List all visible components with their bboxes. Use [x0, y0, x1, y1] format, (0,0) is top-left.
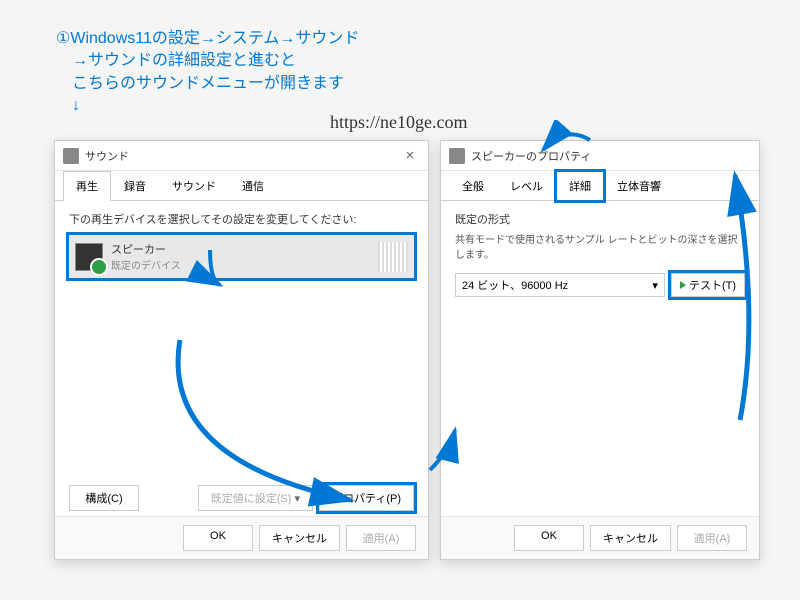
- tab-general[interactable]: 全般: [449, 171, 497, 201]
- speaker-props-icon: [449, 148, 465, 164]
- props-content: 既定の形式 共有モードで使用されるサンプル レートとビットの深さを選択します。 …: [441, 201, 759, 307]
- sound-title: サウンド: [85, 148, 400, 164]
- default-format-title: 既定の形式: [455, 211, 745, 227]
- annotation-step1-arrow: ↓: [56, 95, 359, 117]
- device-sub: 既定のデバイス: [111, 257, 378, 272]
- annotation-step1-line3: こちらのサウンドメニューが開きます: [56, 73, 359, 95]
- sound-window: サウンド ✕ 再生 録音 サウンド 通信 下の再生デバイスを選択してその設定を変…: [54, 140, 429, 560]
- sound-content: 下の再生デバイスを選択してその設定を変更してください: スピーカー 既定のデバイ…: [55, 201, 428, 296]
- apply-button[interactable]: 適用(A): [346, 525, 416, 551]
- sound-titlebar: サウンド ✕: [55, 141, 428, 171]
- properties-button[interactable]: プロパティ(P): [319, 485, 414, 511]
- props-ok-button[interactable]: OK: [514, 525, 584, 551]
- tab-sounds[interactable]: サウンド: [159, 171, 229, 201]
- props-apply-button[interactable]: 適用(A): [677, 525, 747, 551]
- set-default-button[interactable]: 既定値に設定(S): [198, 485, 313, 511]
- test-label: テスト(T): [689, 277, 736, 293]
- chevron-down-icon: ▾: [652, 279, 658, 292]
- playback-instruction: 下の再生デバイスを選択してその設定を変更してください:: [69, 211, 414, 227]
- tab-spatial[interactable]: 立体音響: [604, 171, 674, 201]
- level-meter: [378, 242, 408, 272]
- device-speaker[interactable]: スピーカー 既定のデバイス: [69, 235, 414, 278]
- close-icon[interactable]: ✕: [400, 146, 420, 166]
- tab-communications[interactable]: 通信: [229, 171, 277, 201]
- device-text: スピーカー 既定のデバイス: [111, 241, 378, 272]
- default-format-desc: 共有モードで使用されるサンプル レートとビットの深さを選択します。: [455, 231, 745, 261]
- speaker-props-window: スピーカーのプロパティ 全般 レベル 詳細 立体音響 既定の形式 共有モードで使…: [440, 140, 760, 560]
- watermark-url: https://ne10ge.com: [330, 112, 467, 133]
- props-titlebar: スピーカーのプロパティ: [441, 141, 759, 171]
- tab-recording[interactable]: 録音: [111, 171, 159, 201]
- tab-advanced[interactable]: 詳細: [556, 171, 604, 201]
- speaker-device-icon: [75, 243, 103, 271]
- sound-tabs: 再生 録音 サウンド 通信: [55, 171, 428, 201]
- sound-icon: [63, 148, 79, 164]
- tab-levels[interactable]: レベル: [497, 171, 556, 201]
- props-tabs: 全般 レベル 詳細 立体音響: [441, 171, 759, 201]
- device-name: スピーカー: [111, 241, 378, 257]
- props-title: スピーカーのプロパティ: [471, 148, 751, 164]
- tab-playback[interactable]: 再生: [63, 171, 111, 201]
- format-select[interactable]: 24 ビット、96000 Hz ▾: [455, 273, 665, 297]
- configure-button[interactable]: 構成(C): [69, 485, 139, 511]
- play-icon: [680, 281, 686, 289]
- test-button[interactable]: テスト(T): [671, 273, 745, 297]
- format-value: 24 ビット、96000 Hz: [462, 277, 568, 293]
- props-cancel-button[interactable]: キャンセル: [590, 525, 671, 551]
- cancel-button[interactable]: キャンセル: [259, 525, 340, 551]
- annotation-step1-line2: →サウンドの詳細設定と進むと: [56, 50, 359, 72]
- ok-button[interactable]: OK: [183, 525, 253, 551]
- annotation-step1-line1: ①Windows11の設定→システム→サウンド: [56, 28, 359, 50]
